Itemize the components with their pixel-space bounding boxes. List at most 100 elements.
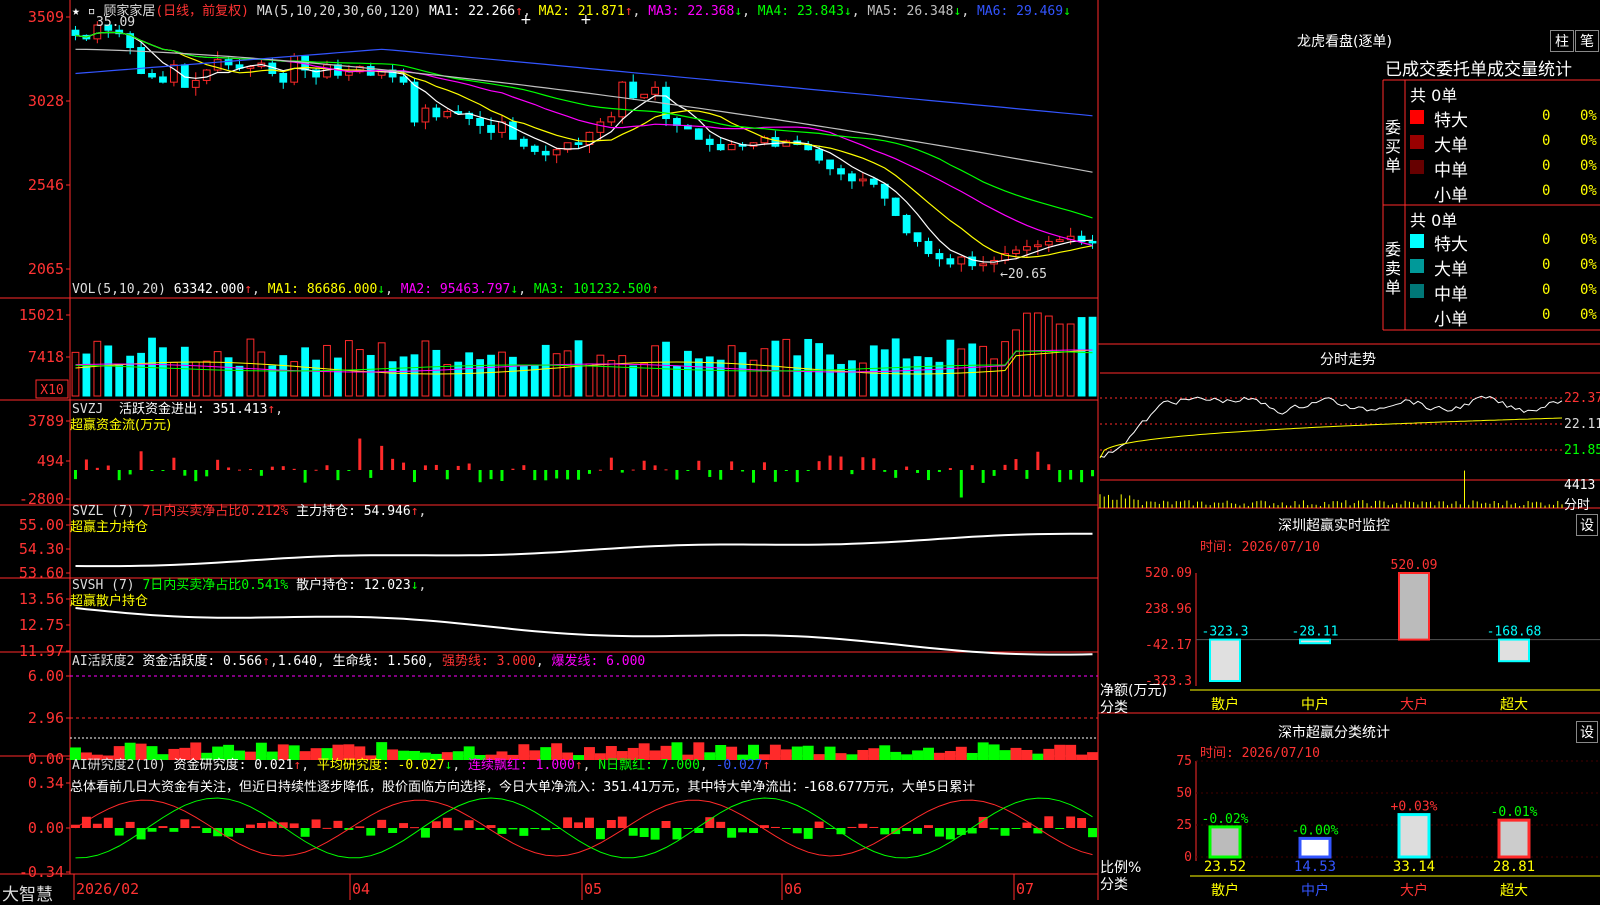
ai2-bar	[672, 828, 682, 840]
stat-settings-button[interactable]: 设	[1576, 721, 1598, 743]
candle-body	[585, 131, 594, 145]
monitor-category-3: 超大	[1500, 697, 1528, 713]
svzj-bar	[325, 465, 329, 470]
svzj-bar	[664, 469, 668, 471]
svzj-bar	[697, 460, 701, 470]
volume-bar	[279, 355, 288, 397]
ai2-bar	[749, 828, 758, 834]
ai2-bar	[333, 820, 343, 828]
svzj-bar	[347, 470, 351, 471]
ai1-bar	[857, 749, 869, 760]
volume-bar	[1055, 323, 1064, 397]
order-name: 中单	[1434, 161, 1468, 181]
volume-bar	[137, 352, 145, 397]
svzj-bar	[653, 465, 657, 470]
volume-bar	[465, 352, 474, 397]
ma-value-3: 23.843	[796, 4, 844, 19]
ma-name-1: MA2:	[538, 4, 578, 19]
svzj-bar	[784, 470, 788, 471]
monitor-settings-button[interactable]: 设	[1576, 514, 1598, 536]
vol-label: VOL(5,10,20)	[72, 282, 166, 297]
svzj-bar	[73, 470, 77, 480]
ai2-avg: 平均研究度: -0.027	[316, 758, 445, 773]
order-pct: 0%	[1580, 232, 1597, 248]
svzj-bar	[369, 470, 373, 478]
volume-bar	[694, 358, 703, 397]
candle-body	[716, 143, 725, 151]
candle-body	[399, 76, 408, 83]
order-pct: 0%	[1580, 183, 1597, 199]
candle-body	[509, 121, 517, 140]
volma-dir-1: ↓	[510, 282, 519, 297]
volma-name-1: MA2:	[400, 282, 440, 297]
ai1-bar	[824, 746, 836, 760]
svzj-bar	[314, 469, 318, 471]
ai2-bar	[147, 828, 157, 832]
candle-body	[771, 137, 780, 147]
svzj-bar	[303, 470, 307, 483]
order-pct: 0%	[1580, 133, 1597, 149]
candle-body	[148, 72, 156, 78]
ai2-ytick-0: 0.34	[28, 774, 64, 792]
candle-body	[487, 124, 495, 133]
vol-unit: X10	[40, 383, 63, 398]
ai2-bar	[81, 816, 91, 828]
volume-bar	[716, 359, 725, 397]
ma-dir-1: ↑	[624, 4, 633, 19]
order-name: 特大	[1434, 235, 1468, 255]
ma-dir-3: ↓	[843, 4, 852, 19]
ai1-bar	[802, 745, 814, 760]
ai2-bar	[431, 821, 441, 828]
svzj-bar	[445, 470, 449, 480]
ai2-bar	[410, 827, 419, 829]
order-table-header: 已成交委托单成交量统计	[1385, 60, 1572, 80]
svzj-bar	[106, 465, 110, 470]
btn-tick-mode[interactable]: 笔	[1575, 30, 1599, 52]
ai2-bar	[399, 823, 409, 828]
candle-body	[979, 263, 988, 267]
monitor-xlabel: 分类	[1100, 700, 1128, 716]
ai2-green-line	[75, 797, 1093, 859]
ai2-bar	[792, 828, 802, 834]
star-icon[interactable]: ★	[72, 4, 80, 19]
svzj-bar	[270, 466, 274, 470]
ma1-line	[75, 31, 1093, 263]
monitor-ytick-0: 520.09	[1145, 566, 1192, 581]
svzj-bar	[708, 470, 712, 477]
candle-body	[1023, 246, 1031, 251]
volume-bar	[454, 361, 463, 397]
ai2-bar	[180, 819, 190, 828]
svzj-bar	[894, 470, 898, 478]
order-swatch	[1410, 160, 1424, 174]
ai2-bar	[388, 828, 398, 833]
candle-body	[848, 173, 856, 182]
volume-bar	[924, 357, 933, 397]
ai2-bar	[869, 826, 879, 828]
ai2-bar	[158, 826, 168, 828]
svzl-ytick-1: 54.30	[19, 540, 64, 558]
ai2-bar	[442, 817, 452, 828]
ai2-bar	[169, 828, 179, 832]
btn-bar-mode[interactable]: 柱	[1550, 30, 1574, 52]
ai2-bar	[530, 828, 540, 829]
ai2-bar	[705, 817, 715, 828]
ma-value-5: 29.469	[1016, 4, 1064, 19]
volume-bar	[498, 351, 506, 397]
volume-bar	[902, 358, 911, 397]
volume-bar	[1066, 323, 1075, 397]
ai2-bar	[836, 828, 846, 835]
volume-bar	[246, 338, 255, 397]
svzj-bar	[259, 470, 263, 476]
ai2-bar	[902, 828, 912, 832]
ai2-bar	[1088, 828, 1097, 838]
volume-bar	[738, 352, 747, 397]
candle-body	[552, 149, 561, 156]
ai1-life: 生命线: 1.560	[332, 654, 427, 669]
ai1-bar	[1065, 744, 1077, 760]
svzj-bar	[489, 470, 493, 480]
svzj-bar	[806, 470, 810, 471]
ai2-bar	[267, 821, 277, 828]
ai2-bar	[770, 826, 780, 828]
monitor-value-0: -323.3	[1202, 625, 1249, 640]
ai2-bar	[366, 828, 376, 836]
